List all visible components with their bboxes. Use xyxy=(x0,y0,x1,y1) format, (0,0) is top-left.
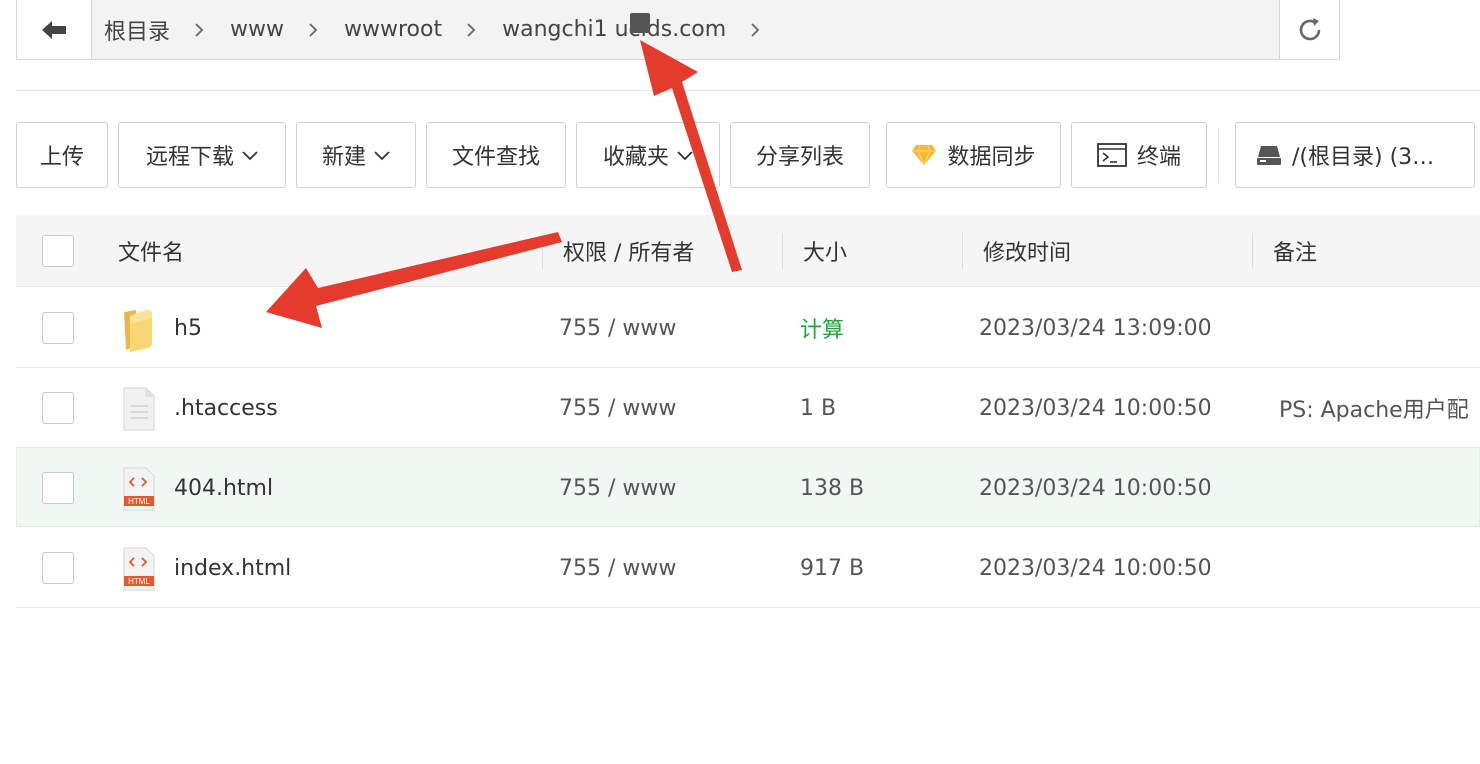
mouse-cursor-marker xyxy=(630,13,650,33)
select-all-checkbox[interactable] xyxy=(42,235,74,267)
disk-icon xyxy=(1257,146,1281,165)
size-calc-link[interactable]: 计算 xyxy=(800,288,844,368)
column-header-modified[interactable]: 修改时间 xyxy=(983,215,1071,287)
chevron-right-icon xyxy=(467,22,476,37)
file-search-button[interactable]: 文件查找 xyxy=(426,122,566,188)
permission-cell[interactable]: 755 / www xyxy=(559,528,676,608)
row-checkbox[interactable] xyxy=(42,392,74,424)
svg-text:HTML: HTML xyxy=(128,577,150,586)
table-row[interactable]: h5 755 / www 计算 2023/03/24 13:09:00 xyxy=(16,288,1480,368)
permission-cell[interactable]: 755 / www xyxy=(559,288,676,368)
table-row[interactable]: .htaccess 755 / www 1 B 2023/03/24 10:00… xyxy=(16,368,1480,448)
arrow-left-icon xyxy=(42,20,66,39)
new-button[interactable]: 新建 xyxy=(296,122,416,188)
modified-time-cell: 2023/03/24 10:00:50 xyxy=(979,555,1212,581)
table-header: 文件名 权限 / 所有者 大小 修改时间 备注 xyxy=(16,215,1480,287)
refresh-button[interactable] xyxy=(1279,0,1339,59)
column-header-permission[interactable]: 权限 / 所有者 xyxy=(563,215,694,287)
column-separator xyxy=(782,233,783,269)
column-header-size[interactable]: 大小 xyxy=(803,215,847,287)
permission-cell[interactable]: 755 / www xyxy=(559,448,676,528)
refresh-icon xyxy=(1299,17,1320,40)
row-checkbox[interactable] xyxy=(42,312,74,344)
modified-time-cell: 2023/03/24 10:00:50 xyxy=(979,475,1212,501)
column-separator xyxy=(542,233,543,269)
text-file-icon xyxy=(123,387,155,431)
size-cell: 1 B xyxy=(800,395,837,421)
disk-button[interactable]: /(根目录) (3… xyxy=(1235,122,1475,188)
breadcrumb-item-wwwroot[interactable]: wwwroot xyxy=(344,17,502,42)
favorites-button[interactable]: 收藏夹 xyxy=(576,122,720,188)
back-button[interactable] xyxy=(17,0,92,59)
row-checkbox[interactable] xyxy=(42,472,74,504)
size-cell: 138 B xyxy=(800,475,865,501)
html-file-icon: HTML xyxy=(123,467,155,511)
column-header-note[interactable]: 备注 xyxy=(1273,215,1317,287)
column-separator xyxy=(1252,233,1253,269)
share-list-button[interactable]: 分享列表 xyxy=(730,122,870,188)
folder-icon xyxy=(124,309,152,352)
modified-time-cell: 2023/03/24 13:09:00 xyxy=(979,315,1212,341)
upload-button[interactable]: 上传 xyxy=(16,122,108,188)
breadcrumb-item-www[interactable]: www xyxy=(230,17,344,42)
breadcrumb: 根目录 www wwwroot wangchi1 uclds.com xyxy=(92,0,1279,59)
diamond-icon xyxy=(912,144,937,166)
breadcrumb-item-root[interactable]: 根目录 xyxy=(104,14,230,46)
terminal-button[interactable]: 终端 xyxy=(1071,122,1207,188)
file-name-index[interactable]: index.html xyxy=(174,528,291,608)
file-name-404[interactable]: 404.html xyxy=(174,448,273,528)
data-sync-button[interactable]: 数据同步 xyxy=(886,122,1061,188)
toolbar-separator xyxy=(1218,128,1219,182)
table-row[interactable]: HTML 404.html 755 / www 138 B 2023/03/24… xyxy=(16,447,1480,527)
remote-download-button[interactable]: 远程下载 xyxy=(118,122,286,188)
column-header-name[interactable]: 文件名 xyxy=(118,215,184,287)
permission-cell[interactable]: 755 / www xyxy=(559,368,676,448)
chevron-right-icon xyxy=(309,22,318,37)
row-checkbox[interactable] xyxy=(42,552,74,584)
size-cell: 917 B xyxy=(800,555,865,581)
file-name-htaccess[interactable]: .htaccess xyxy=(174,368,278,448)
modified-time-cell: 2023/03/24 10:00:50 xyxy=(979,395,1212,421)
terminal-icon xyxy=(1097,143,1127,167)
chevron-down-icon xyxy=(374,151,390,161)
file-name-h5[interactable]: h5 xyxy=(174,288,202,368)
table-row[interactable]: HTML index.html 755 / www 917 B 2023/03/… xyxy=(16,528,1480,608)
chevron-right-icon xyxy=(751,22,760,37)
divider xyxy=(16,90,1480,91)
column-separator xyxy=(962,233,963,269)
chevron-down-icon xyxy=(242,151,258,161)
chevron-down-icon xyxy=(677,151,693,161)
note-cell[interactable]: PS: Apache用户配 xyxy=(1279,368,1469,448)
path-bar: 根目录 www wwwroot wangchi1 uclds.com xyxy=(16,0,1340,60)
html-file-icon: HTML xyxy=(123,547,155,591)
chevron-right-icon xyxy=(195,22,204,37)
svg-text:HTML: HTML xyxy=(128,497,150,506)
